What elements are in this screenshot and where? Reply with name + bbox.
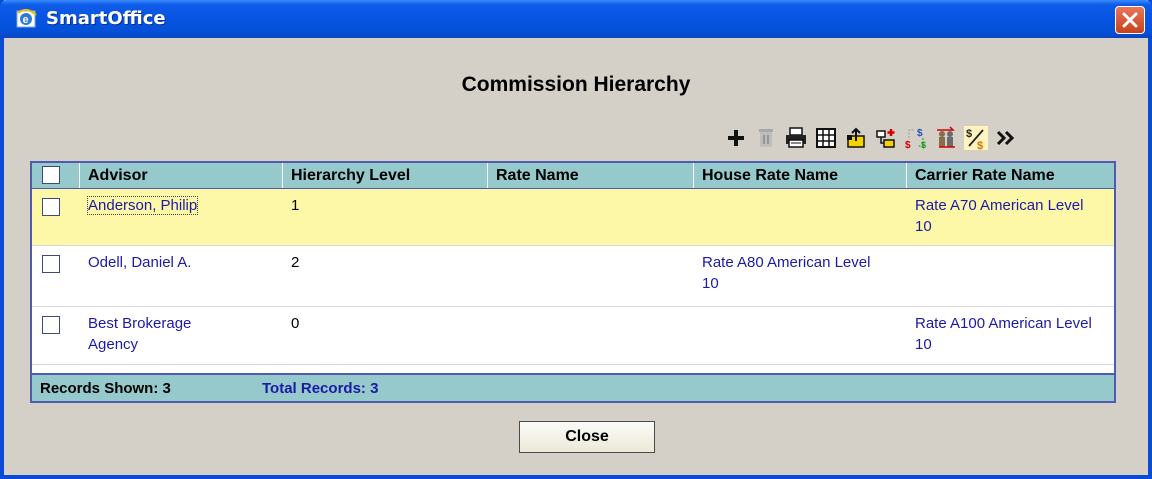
column-header-hierarchy-level[interactable]: Hierarchy Level [283, 163, 488, 188]
close-button[interactable]: Close [519, 421, 655, 453]
more-icon[interactable] [991, 123, 1021, 153]
hierarchy-level: 2 [291, 254, 300, 271]
svg-text:e: e [23, 14, 29, 26]
grid-columns-icon[interactable] [811, 123, 841, 153]
add-hierarchy-icon[interactable] [871, 123, 901, 153]
row-checkbox-cell [32, 189, 80, 245]
house-rate-name[interactable]: Rate A80 American Level 10 [694, 246, 907, 306]
column-header-rate-name[interactable]: Rate Name [488, 163, 694, 188]
title-bar[interactable]: e SmartOffice [0, 0, 1152, 38]
print-icon[interactable] [781, 123, 811, 153]
column-header-advisor[interactable]: Advisor [80, 163, 283, 188]
row-checkbox[interactable] [42, 198, 60, 216]
close-icon [1122, 12, 1138, 28]
svg-text:$: $ [966, 128, 972, 140]
table-row[interactable]: Odell, Daniel A. 2 Rate A80 American Lev… [32, 246, 1114, 307]
table-row[interactable]: Best Brokerage Agency 0 Rate A100 Americ… [32, 307, 1114, 365]
rate-name [488, 246, 694, 306]
svg-text:$: $ [921, 140, 926, 150]
rate-name [488, 189, 694, 245]
select-all-checkbox[interactable] [42, 166, 60, 184]
add-icon[interactable] [721, 123, 751, 153]
column-header-house-rate-name[interactable]: House Rate Name [694, 163, 907, 188]
ie-icon: e [16, 9, 37, 28]
hierarchy-level: 0 [291, 315, 300, 332]
carrier-rate-name[interactable]: Rate A100 American Level 10 [907, 307, 1112, 364]
export-icon[interactable] [841, 123, 871, 153]
row-checkbox-cell [32, 246, 80, 306]
page-title: Commission Hierarchy [461, 73, 691, 96]
total-records: Total Records: 3 [262, 379, 379, 397]
delete-icon[interactable] [751, 123, 781, 153]
svg-text:$: $ [905, 140, 911, 150]
row-checkbox[interactable] [42, 316, 60, 334]
advisor-link[interactable]: Odell, Daniel A. [80, 246, 283, 306]
dialog-window: e SmartOffice Commission Hierarchy $ $ $… [0, 0, 1152, 479]
commission-rate-icon[interactable]: $ $ [961, 123, 991, 153]
row-checkbox[interactable] [42, 255, 60, 273]
advisor-link[interactable]: Best Brokerage Agency [80, 307, 283, 364]
advisor-name: Anderson, Philip [86, 196, 199, 215]
commission-table: Advisor Hierarchy Level Rate Name House … [30, 161, 1116, 403]
rate-transfer-icon[interactable]: $ $ $ [901, 123, 931, 153]
house-rate-name[interactable] [694, 189, 907, 245]
records-shown: Records Shown: 3 [40, 379, 171, 397]
table-row[interactable]: Anderson, Philip 1 Rate A70 American Lev… [32, 189, 1114, 246]
hierarchy-level: 1 [291, 197, 300, 214]
carrier-rate-name[interactable] [907, 246, 1112, 306]
rate-name [488, 307, 694, 364]
house-rate-name[interactable] [694, 307, 907, 364]
window-close-button[interactable] [1115, 6, 1145, 34]
advisor-transfer-icon[interactable] [931, 123, 961, 153]
carrier-rate-name[interactable]: Rate A70 American Level 10 [907, 189, 1112, 245]
column-header-carrier-rate-name[interactable]: Carrier Rate Name [907, 163, 1112, 188]
select-all-checkbox-cell [32, 163, 80, 188]
svg-text:$: $ [977, 140, 983, 151]
table-header: Advisor Hierarchy Level Rate Name House … [32, 163, 1114, 189]
row-checkbox-cell [32, 307, 80, 364]
table-footer: Records Shown: 3 Total Records: 3 [32, 373, 1114, 401]
advisor-link[interactable]: Anderson, Philip [80, 189, 283, 245]
toolbar: $ $ $ $ $ [721, 123, 1021, 153]
svg-text:$: $ [917, 128, 923, 139]
window-title: SmartOffice [46, 8, 166, 29]
